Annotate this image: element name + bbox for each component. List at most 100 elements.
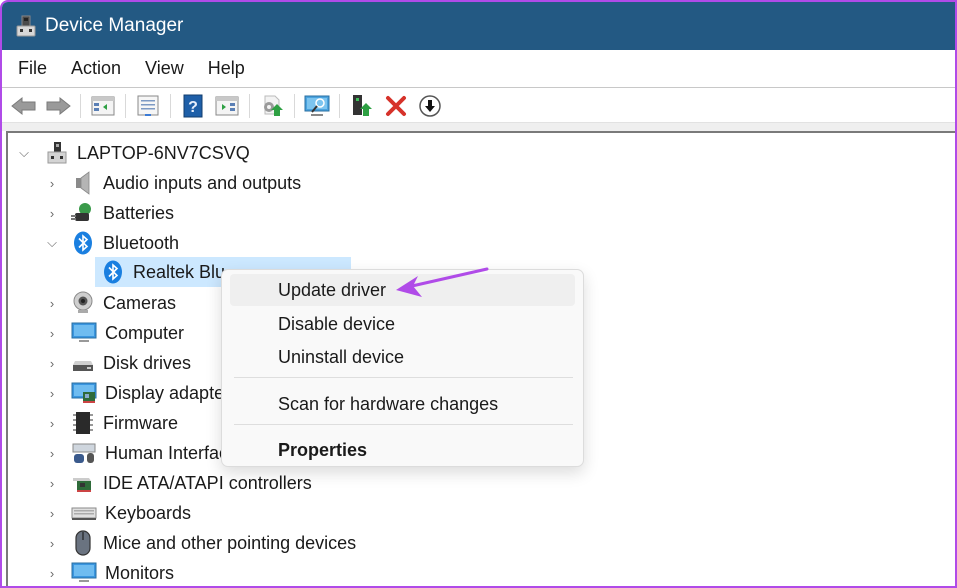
- tree-root-node[interactable]: ⌵ LAPTOP-6NV7CSVQ: [17, 138, 250, 168]
- help-icon: ?: [183, 94, 203, 117]
- toolbar-separator: [249, 93, 250, 118]
- menu-item-scan-hardware[interactable]: Scan for hardware changes: [230, 388, 575, 420]
- display-adapter-icon: [71, 381, 97, 405]
- tree-item-label: Bluetooth: [103, 232, 180, 253]
- show-hide-console-tree-button[interactable]: [89, 92, 117, 120]
- tree-item-label: Cameras: [103, 292, 177, 313]
- tree-item-human-interface[interactable]: › Human Interfac: [45, 438, 228, 468]
- ide-controller-icon: [71, 471, 95, 495]
- battery-icon: [71, 201, 95, 225]
- disk-drive-icon: [71, 351, 95, 375]
- action-pane-icon: [215, 96, 239, 115]
- tree-item-mice[interactable]: › Mice and other pointing devices: [45, 528, 356, 558]
- monitor-icon: [71, 321, 97, 345]
- tree-root-label: LAPTOP-6NV7CSVQ: [77, 142, 250, 163]
- tree-item-label: Firmware: [103, 412, 178, 433]
- title-bar: Device Manager: [2, 2, 955, 50]
- enable-device-button[interactable]: [348, 92, 376, 120]
- chevron-right-icon[interactable]: ›: [45, 416, 59, 431]
- toolbar: ?: [2, 89, 955, 122]
- device-manager-window: Device Manager File Action View Help ? ⌵…: [0, 0, 957, 588]
- enable-device-icon: [353, 94, 372, 116]
- menu-bar: File Action View Help: [2, 50, 955, 88]
- arrow-right-icon: [46, 96, 71, 115]
- menu-file[interactable]: File: [18, 58, 47, 79]
- chevron-right-icon[interactable]: ›: [45, 566, 59, 581]
- menu-help[interactable]: Help: [208, 58, 245, 79]
- chevron-right-icon[interactable]: ›: [45, 176, 59, 191]
- tree-item-computer[interactable]: › Computer: [45, 318, 184, 348]
- window-title: Device Manager: [45, 15, 184, 36]
- mouse-icon: [71, 530, 95, 556]
- disable-down-arrow-icon: [419, 94, 441, 117]
- disable-device-button[interactable]: [416, 92, 444, 120]
- hid-icon: [71, 441, 97, 465]
- chevron-right-icon[interactable]: ›: [45, 506, 59, 521]
- chevron-right-icon[interactable]: ›: [45, 386, 59, 401]
- camera-icon: [71, 291, 95, 315]
- monitor-icon: [71, 561, 97, 585]
- tree-item-display-adapters[interactable]: › Display adapte: [45, 378, 224, 408]
- speaker-icon: [71, 171, 95, 195]
- tree-item-audio[interactable]: › Audio inputs and outputs: [45, 168, 301, 198]
- chevron-down-icon[interactable]: ⌵: [17, 145, 31, 160]
- tree-item-disk-drives[interactable]: › Disk drives: [45, 348, 191, 378]
- menu-item-update-driver[interactable]: Update driver: [230, 274, 575, 306]
- scan-hardware-icon: [304, 95, 330, 116]
- update-driver-button[interactable]: [258, 92, 286, 120]
- toolbar-separator: [294, 93, 295, 118]
- chevron-right-icon[interactable]: ›: [45, 356, 59, 371]
- bluetooth-icon: [71, 231, 95, 255]
- tree-item-label: Audio inputs and outputs: [103, 172, 302, 193]
- menu-item-disable-device[interactable]: Disable device: [230, 308, 575, 340]
- console-tree-icon: [91, 96, 115, 115]
- keyboard-icon: [71, 501, 97, 525]
- chevron-right-icon[interactable]: ›: [45, 446, 59, 461]
- update-driver-icon: [264, 95, 283, 116]
- menu-action[interactable]: Action: [71, 58, 121, 79]
- show-hide-action-pane-button[interactable]: [213, 92, 241, 120]
- toolbar-divider-band: [2, 122, 955, 131]
- tree-item-bluetooth[interactable]: ⌵ Bluetooth: [45, 228, 179, 258]
- tree-item-label: Batteries: [103, 202, 175, 223]
- menu-item-properties[interactable]: Properties: [230, 434, 575, 466]
- toolbar-separator: [125, 93, 126, 118]
- computer-root-icon: [45, 141, 69, 165]
- properties-icon: [137, 95, 159, 116]
- bluetooth-icon: [101, 260, 125, 284]
- uninstall-device-button[interactable]: [382, 92, 410, 120]
- tree-item-label: IDE ATA/ATAPI controllers: [103, 472, 312, 493]
- arrow-left-icon: [11, 96, 36, 115]
- tree-item-firmware[interactable]: › Firmware: [45, 408, 178, 438]
- tree-item-label: Display adapte: [105, 382, 225, 403]
- scan-hardware-button[interactable]: [303, 92, 331, 120]
- chevron-down-icon[interactable]: ⌵: [45, 235, 59, 250]
- forward-button[interactable]: [44, 92, 72, 120]
- chevron-right-icon[interactable]: ›: [45, 326, 59, 341]
- chevron-right-icon[interactable]: ›: [45, 206, 59, 221]
- menu-separator: [234, 424, 573, 425]
- toolbar-separator: [170, 93, 171, 118]
- help-button[interactable]: ?: [179, 92, 207, 120]
- tree-item-monitors[interactable]: › Monitors: [45, 558, 174, 586]
- chevron-right-icon[interactable]: ›: [45, 536, 59, 551]
- tree-item-cameras[interactable]: › Cameras: [45, 288, 176, 318]
- properties-button[interactable]: [134, 92, 162, 120]
- menu-view[interactable]: View: [145, 58, 184, 79]
- uninstall-x-icon: [386, 95, 406, 116]
- tree-item-label: Realtek Blu: [133, 261, 226, 282]
- chevron-right-icon[interactable]: ›: [45, 296, 59, 311]
- toolbar-separator: [339, 93, 340, 118]
- back-button[interactable]: [10, 92, 38, 120]
- menu-item-uninstall-device[interactable]: Uninstall device: [230, 341, 575, 373]
- tree-item-batteries[interactable]: › Batteries: [45, 198, 174, 228]
- toolbar-separator: [80, 93, 81, 118]
- tree-item-ide-controllers[interactable]: › IDE ATA/ATAPI controllers: [45, 468, 312, 498]
- tree-item-label: Disk drives: [103, 352, 192, 373]
- device-manager-icon: [16, 15, 36, 37]
- tree-item-label: Keyboards: [105, 502, 192, 523]
- chip-icon: [71, 411, 95, 435]
- context-menu: Update driver Disable device Uninstall d…: [221, 269, 584, 467]
- chevron-right-icon[interactable]: ›: [45, 476, 59, 491]
- tree-item-keyboards[interactable]: › Keyboards: [45, 498, 191, 528]
